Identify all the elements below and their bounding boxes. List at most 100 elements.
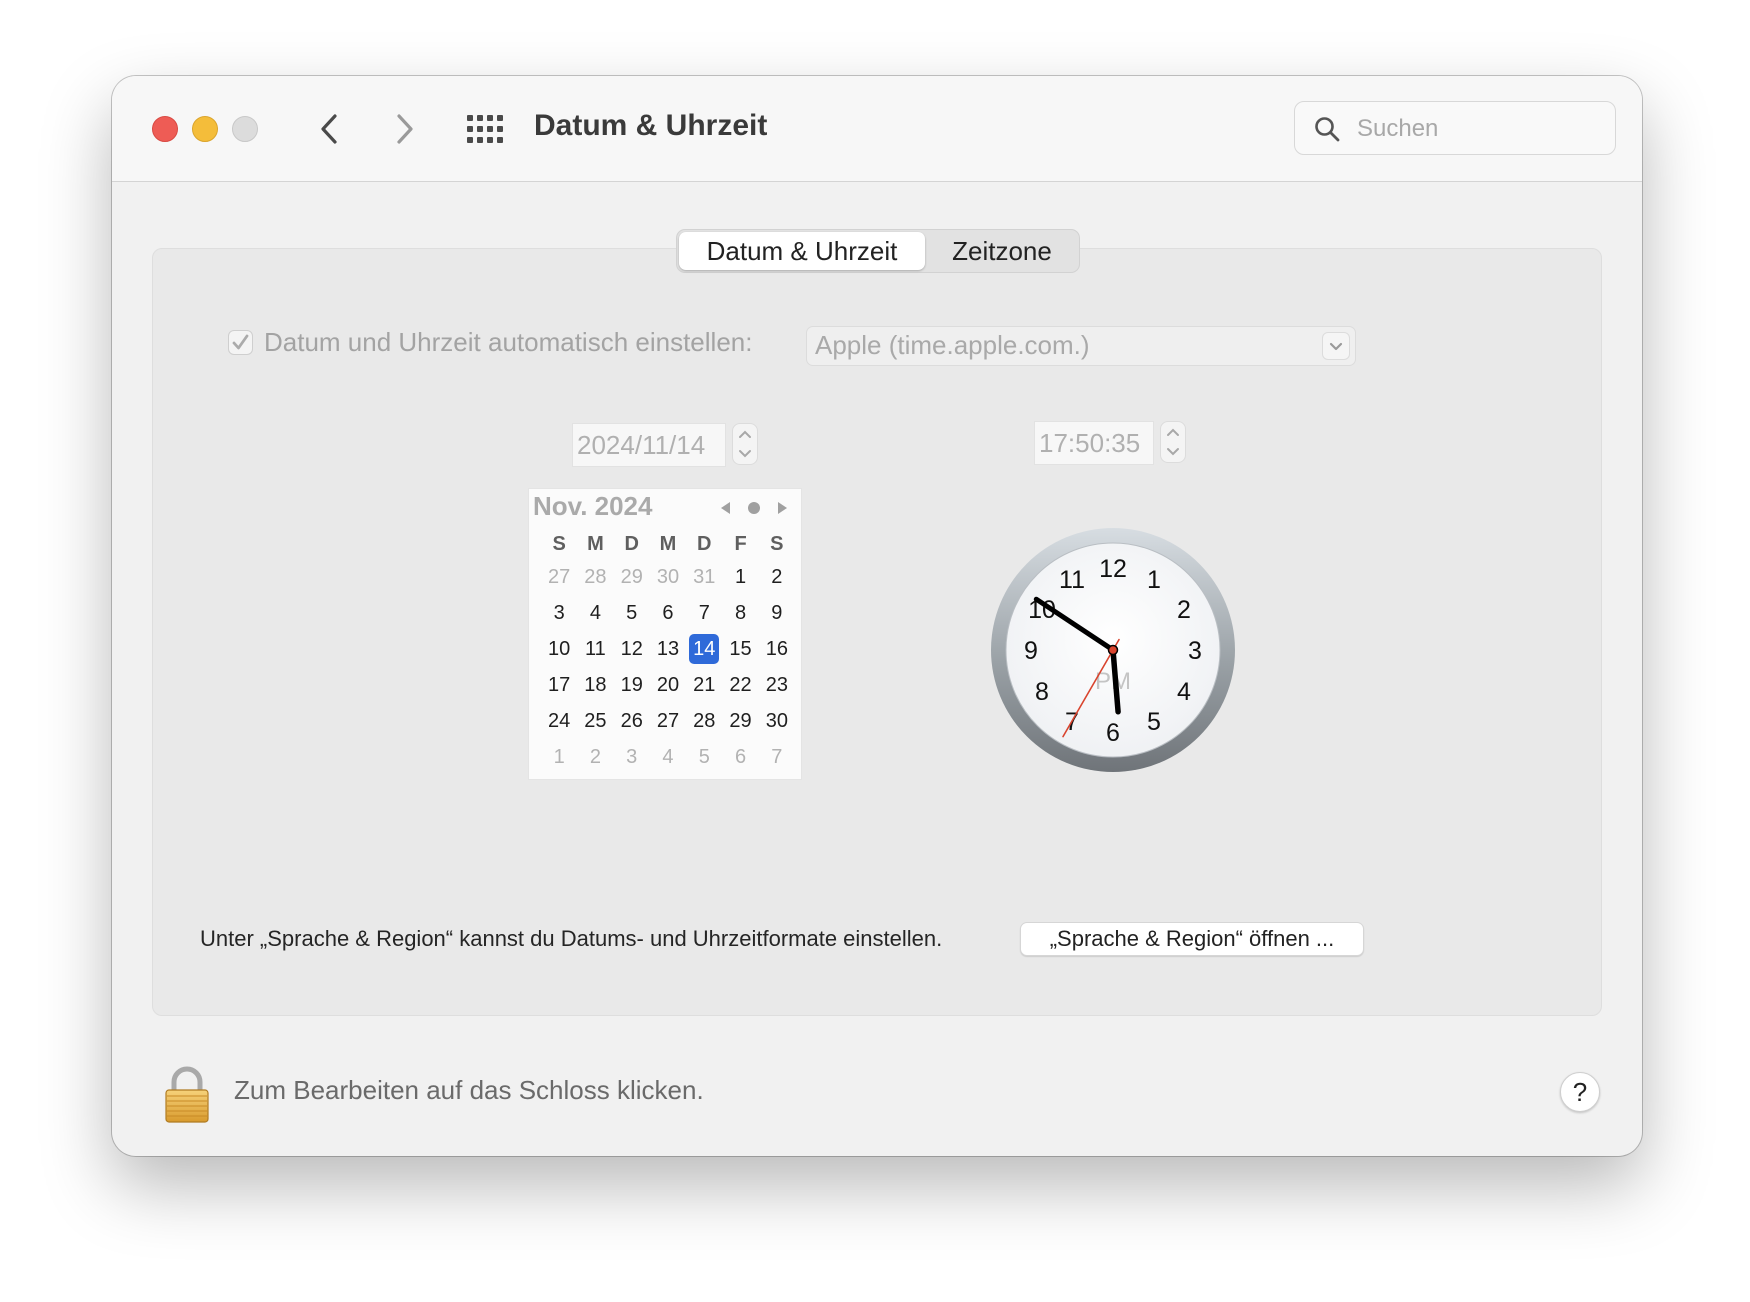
- calendar-day[interactable]: 18: [577, 667, 613, 703]
- calendar-day[interactable]: 13: [650, 631, 686, 667]
- calendar-day[interactable]: 21: [686, 667, 722, 703]
- show-all-button[interactable]: [465, 111, 505, 147]
- chevron-down-icon: [739, 450, 751, 458]
- calendar-day[interactable]: 7: [759, 739, 795, 775]
- date-decrement-button[interactable]: [733, 444, 757, 464]
- calendar-weekday-label: S: [770, 533, 784, 555]
- clock-number: 8: [1035, 678, 1049, 706]
- calendar-weekday-label: D: [697, 533, 712, 555]
- auto-set-label: Datum und Uhrzeit automatisch einstellen…: [264, 327, 753, 357]
- calendar-day[interactable]: 7: [686, 595, 722, 631]
- calendar-day-selected[interactable]: 14: [686, 631, 722, 667]
- calendar-day[interactable]: 31: [686, 559, 722, 595]
- calendar-prev-button[interactable]: [715, 497, 737, 519]
- calendar-day[interactable]: 6: [650, 595, 686, 631]
- forward-button[interactable]: [382, 106, 426, 152]
- calendar-day[interactable]: 16: [759, 631, 795, 667]
- calendar-day[interactable]: 30: [650, 559, 686, 595]
- lock-button[interactable]: [162, 1066, 212, 1124]
- calendar-day[interactable]: 26: [614, 703, 650, 739]
- calendar-weekday-row: SMDMDFS: [541, 529, 795, 559]
- calendar-day[interactable]: 9: [759, 595, 795, 631]
- date-field[interactable]: 2024/11/14: [572, 423, 726, 467]
- calendar-day[interactable]: 11: [577, 631, 613, 667]
- calendar-week-row: 3456789: [541, 595, 795, 631]
- triangle-right-icon: [778, 502, 787, 514]
- calendar-day[interactable]: 6: [722, 739, 758, 775]
- clock-number: 3: [1188, 637, 1202, 665]
- calendar-next-button[interactable]: [771, 497, 793, 519]
- calendar-day[interactable]: 24: [541, 703, 577, 739]
- calendar-day[interactable]: 1: [722, 559, 758, 595]
- calendar-day[interactable]: 29: [722, 703, 758, 739]
- time-server-value: Apple (time.apple.com.): [815, 330, 1090, 360]
- time-decrement-button[interactable]: [1161, 442, 1185, 462]
- dot-icon: [748, 502, 760, 514]
- calendar-weekday-label: D: [624, 533, 639, 555]
- minimize-button[interactable]: [192, 116, 218, 142]
- calendar-weekday-label: M: [587, 533, 604, 555]
- time-server-select[interactable]: Apple (time.apple.com.): [806, 326, 1356, 366]
- calendar-day[interactable]: 3: [614, 739, 650, 775]
- clock-number: 2: [1177, 596, 1191, 624]
- window-title: Datum & Uhrzeit: [534, 109, 768, 142]
- calendar-today-button[interactable]: [743, 497, 765, 519]
- calendar-day[interactable]: 3: [541, 595, 577, 631]
- calendar-day[interactable]: 22: [722, 667, 758, 703]
- grid-icon: [467, 115, 503, 143]
- calendar-weekday-label: M: [659, 533, 677, 555]
- forward-chevron-icon: [397, 114, 413, 144]
- calendar-day[interactable]: 23: [759, 667, 795, 703]
- region-info-text: Unter „Sprache & Region“ kannst du Datum…: [200, 926, 943, 951]
- calendar-day[interactable]: 19: [614, 667, 650, 703]
- date-increment-button[interactable]: [733, 424, 757, 444]
- calendar-day[interactable]: 27: [541, 559, 577, 595]
- calendar-weekday-label: F: [734, 533, 747, 555]
- zoom-button[interactable]: [232, 116, 258, 142]
- analog-clock: PM 121234567891011: [991, 528, 1235, 772]
- time-increment-button[interactable]: [1161, 422, 1185, 442]
- back-button[interactable]: [308, 106, 352, 152]
- calendar-day[interactable]: 30: [759, 703, 795, 739]
- calendar-week-row: 24 25 26 27 28 29 30: [541, 703, 795, 739]
- calendar-day[interactable]: 17: [541, 667, 577, 703]
- calendar-day[interactable]: 8: [722, 595, 758, 631]
- calendar-day[interactable]: 5: [686, 739, 722, 775]
- search-input[interactable]: [1355, 110, 1599, 148]
- help-button[interactable]: ?: [1560, 1072, 1600, 1112]
- tab-date-time[interactable]: Datum & Uhrzeit: [679, 232, 925, 270]
- calendar-day[interactable]: 2: [759, 559, 795, 595]
- calendar-day[interactable]: 27: [650, 703, 686, 739]
- calendar-day[interactable]: 4: [577, 595, 613, 631]
- search-field[interactable]: [1294, 101, 1616, 155]
- calendar-day[interactable]: 29: [614, 559, 650, 595]
- calendar-day[interactable]: 2: [577, 739, 613, 775]
- system-preferences-window: Datum & Uhrzeit Datum & Uhrzeit Zeitzone…: [112, 76, 1642, 1156]
- calendar-day[interactable]: 12: [614, 631, 650, 667]
- close-button[interactable]: [152, 116, 178, 142]
- triangle-left-icon: [721, 502, 730, 514]
- calendar-day[interactable]: 20: [650, 667, 686, 703]
- date-stepper[interactable]: [732, 423, 758, 465]
- chevron-down-icon: [1322, 332, 1350, 360]
- calendar-day[interactable]: 28: [686, 703, 722, 739]
- time-field[interactable]: 17:50:35: [1034, 421, 1154, 465]
- calendar-day[interactable]: 28: [577, 559, 613, 595]
- calendar-day[interactable]: 10: [541, 631, 577, 667]
- time-stepper[interactable]: [1160, 421, 1186, 463]
- calendar-day[interactable]: 25: [577, 703, 613, 739]
- chevron-up-icon: [739, 430, 751, 438]
- calendar-month-title: Nov. 2024: [533, 491, 653, 521]
- tab-control: Datum & Uhrzeit Zeitzone: [676, 229, 1080, 273]
- calendar-day[interactable]: 4: [650, 739, 686, 775]
- back-chevron-icon: [321, 114, 337, 144]
- clock-number: 11: [1059, 566, 1085, 594]
- tab-time-zone[interactable]: Zeitzone: [927, 232, 1077, 270]
- calendar-day[interactable]: 15: [722, 631, 758, 667]
- auto-set-checkbox[interactable]: [228, 330, 253, 355]
- calendar-day[interactable]: 1: [541, 739, 577, 775]
- open-language-region-button[interactable]: „Sprache & Region“ öffnen ...: [1020, 922, 1364, 956]
- calendar-day[interactable]: 5: [614, 595, 650, 631]
- clock-number: 9: [1024, 637, 1038, 665]
- calendar: Nov. 2024 S M D M D F S 27 28 29 30 31 1 2 3 4 5 6 7 8 9 10 11…: [528, 488, 802, 780]
